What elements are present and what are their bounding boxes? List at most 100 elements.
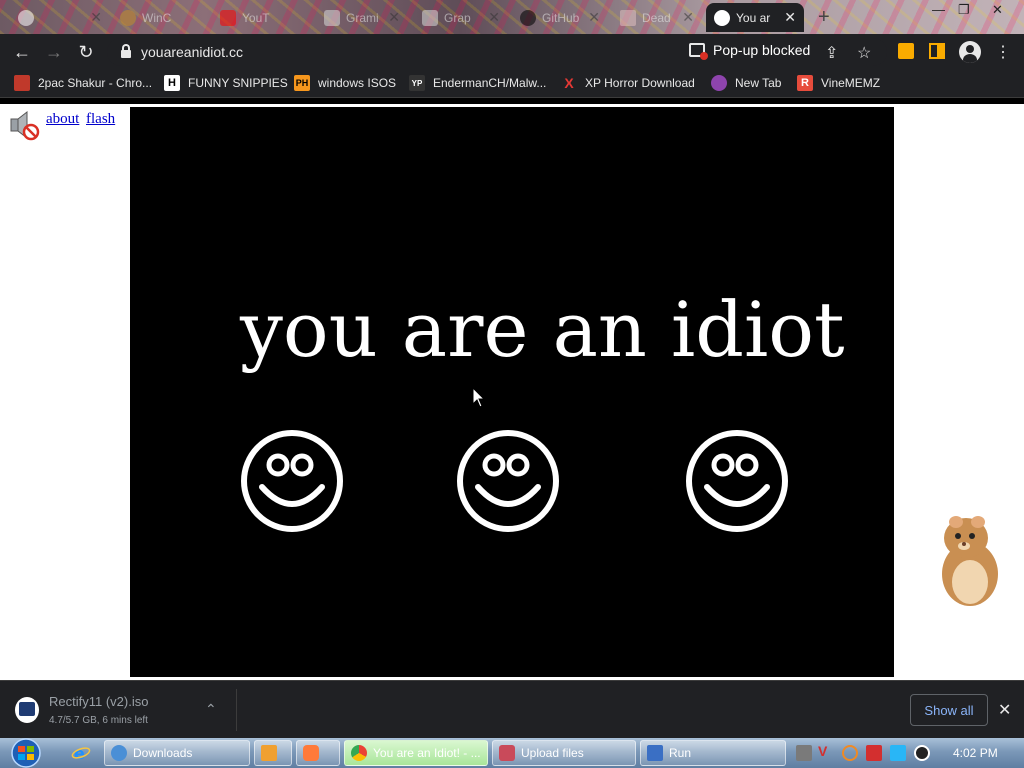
side-panel-icon[interactable]	[929, 43, 945, 59]
forward-button[interactable]: →	[42, 40, 66, 64]
taskbar-task-upload[interactable]: Upload files	[492, 740, 636, 766]
close-window-button[interactable]: ✕	[992, 2, 1003, 18]
profile-avatar[interactable]	[959, 41, 981, 63]
google-favicon-icon	[18, 9, 34, 26]
run-icon	[647, 745, 663, 761]
popup-blocked-indicator[interactable]: Pop-up blocked	[689, 42, 811, 60]
reload-button[interactable]: ↻	[74, 40, 98, 64]
bookmark-item[interactable]: X XP Horror Download	[561, 75, 695, 91]
web-page: about flash you are an idiot	[0, 104, 1024, 680]
internet-explorer-icon[interactable]: e	[66, 741, 96, 765]
tab-favicon-icon	[324, 9, 340, 26]
download-options-chevron-icon[interactable]: ⌃	[205, 701, 217, 718]
browser-toolbar: ← → ↻ youareanidiot.cc Pop-up blocked ⇪ …	[0, 34, 1024, 70]
lock-icon[interactable]	[121, 44, 131, 58]
close-download-shelf-icon[interactable]: ✕	[998, 700, 1011, 720]
restore-button[interactable]: ❐	[958, 2, 970, 18]
address-bar[interactable]: youareanidiot.cc Pop-up blocked ⇪ ☆	[107, 38, 887, 66]
tab-title: You ar	[736, 10, 771, 25]
tab-1[interactable]: ✕	[10, 3, 110, 32]
extensions-puzzle-icon[interactable]	[898, 43, 914, 59]
tab-close-icon[interactable]: ✕	[488, 9, 500, 26]
back-button[interactable]: ←	[10, 40, 34, 64]
popup-blocked-label: Pop-up blocked	[713, 42, 811, 58]
bookmark-item[interactable]: R VineMEMZ	[797, 75, 880, 91]
tab-close-icon[interactable]: ✕	[588, 9, 600, 26]
youtube-icon	[220, 9, 236, 26]
task-label: Downloads	[133, 746, 193, 760]
tab-close-icon[interactable]: ✕	[784, 9, 796, 26]
downloads-icon	[111, 745, 127, 761]
taskbar-task-media[interactable]	[254, 740, 292, 766]
about-link[interactable]: about	[46, 111, 79, 128]
taskbar-clock[interactable]: 4:02 PM	[953, 746, 998, 760]
tab-title: Dead	[642, 10, 671, 25]
bookmark-star-icon[interactable]: ☆	[857, 43, 871, 63]
headline-text: you are an idiot	[240, 285, 845, 374]
upload-icon	[499, 745, 515, 761]
iso-file-icon	[15, 697, 39, 723]
bookmark-item[interactable]: PH windows ISOS	[294, 75, 396, 91]
taskbar-task-downloads[interactable]: Downloads	[104, 740, 250, 766]
task-label: Upload files	[521, 746, 584, 760]
flag-icon	[620, 9, 636, 26]
svg-text:e: e	[74, 744, 85, 763]
bookmarks-bar: 2pac Shakur - Chro... H FUNNY SNIPPIES P…	[0, 70, 1024, 98]
r-icon: R	[797, 75, 813, 91]
smiley-face-icon	[241, 430, 343, 532]
speaker-muted-icon[interactable]	[8, 109, 40, 141]
chrome-icon	[351, 745, 367, 761]
bookmark-item[interactable]: YP EndermanCH/Malw...	[409, 75, 546, 91]
show-all-button[interactable]: Show all	[910, 694, 988, 726]
tab-active[interactable]: You ar ✕	[706, 3, 804, 32]
new-tab-button[interactable]: +	[818, 6, 830, 29]
v-tray-icon[interactable]: V	[818, 743, 834, 759]
bookmark-label: FUNNY SNIPPIES	[188, 76, 288, 90]
tab-youtube[interactable]: YouT	[212, 3, 312, 32]
tab-title: WinC	[142, 10, 172, 25]
bookmark-label: XP Horror Download	[585, 76, 695, 90]
tab-title: Grami	[346, 10, 379, 25]
x-icon: X	[564, 75, 574, 91]
flash-stage: you are an idiot	[130, 107, 894, 677]
bookmark-label: windows ISOS	[318, 76, 397, 90]
taskbar-task-paint[interactable]	[296, 740, 340, 766]
smiley-face-icon	[686, 430, 788, 532]
bookmark-label: New Tab	[735, 76, 782, 90]
tab-github[interactable]: GitHub ✕	[512, 3, 608, 32]
flash-link[interactable]: flash	[86, 111, 115, 128]
tab-close-icon[interactable]: ✕	[90, 9, 102, 26]
divider	[236, 689, 237, 731]
search-tray-icon[interactable]	[842, 745, 858, 761]
share-icon[interactable]: ⇪	[825, 43, 838, 63]
bookmark-item[interactable]: H FUNNY SNIPPIES	[164, 75, 288, 91]
newtab-favicon-icon	[711, 75, 727, 91]
download-filename[interactable]: Rectify11 (v2).iso	[49, 694, 148, 709]
tray-app-icon[interactable]	[796, 745, 812, 761]
start-orb-icon[interactable]	[8, 738, 44, 768]
screen: ✕ WinC YouT Grami ✕ Grap ✕ GitHub ✕ Dead	[0, 0, 1024, 768]
minimize-button[interactable]: —	[932, 2, 945, 17]
volume-tray-icon[interactable]	[914, 745, 930, 761]
mouse-cursor-icon	[472, 387, 486, 408]
tab-5[interactable]: Grap ✕	[414, 3, 508, 32]
url-text[interactable]: youareanidiot.cc	[141, 44, 243, 60]
tab-favicon-icon	[120, 9, 136, 26]
taskbar-task-run[interactable]: Run	[640, 740, 786, 766]
smiley-favicon-icon	[714, 9, 730, 26]
chrome-menu-icon[interactable]: ⋮	[995, 42, 1011, 62]
yp-icon: YP	[409, 75, 425, 91]
flag-tray-icon[interactable]	[866, 745, 882, 761]
taskbar-task-chrome[interactable]: You are an Idiot! - ...	[344, 740, 488, 766]
display-tray-icon[interactable]	[890, 745, 906, 761]
tab-7[interactable]: Dead ✕	[612, 3, 702, 32]
media-player-icon	[261, 745, 277, 761]
h-icon: H	[164, 75, 180, 91]
tab-close-icon[interactable]: ✕	[388, 9, 400, 26]
tab-close-icon[interactable]: ✕	[682, 9, 694, 26]
tab-4[interactable]: Grami ✕	[316, 3, 408, 32]
bookmark-item[interactable]: New Tab	[711, 75, 781, 91]
tab-2[interactable]: WinC	[112, 3, 210, 32]
bookmark-item[interactable]: 2pac Shakur - Chro...	[14, 75, 152, 91]
task-label: You are an Idiot! - ...	[373, 746, 481, 760]
